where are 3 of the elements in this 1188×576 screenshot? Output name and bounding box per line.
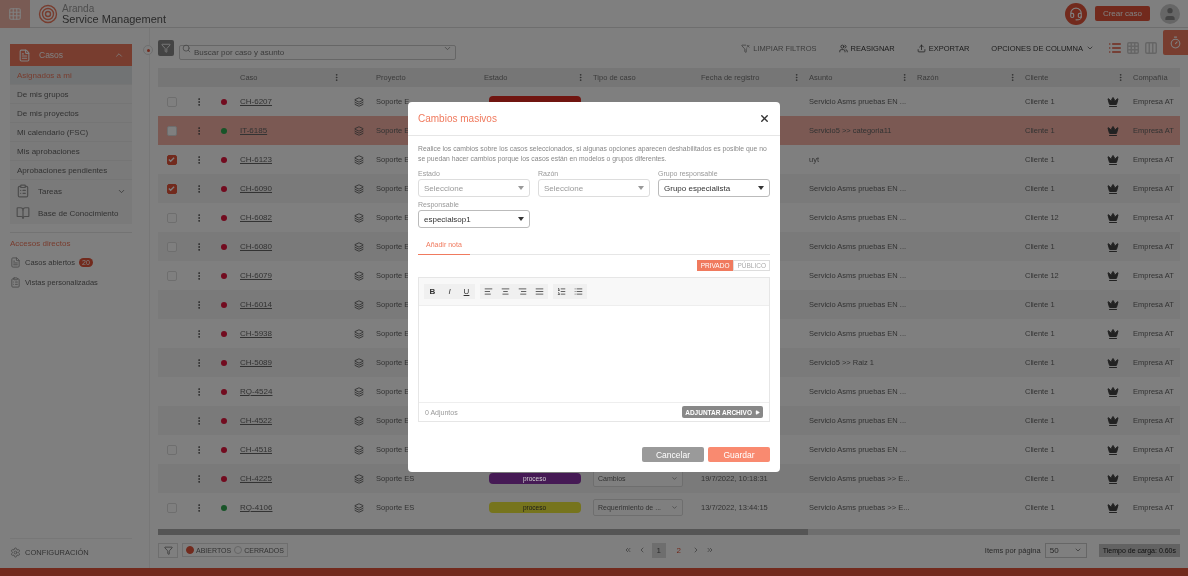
modal-title: Cambios masivos bbox=[418, 113, 497, 124]
brand-name: Service Management bbox=[62, 13, 166, 24]
shortcuts-title: Accesos directos bbox=[10, 239, 72, 248]
